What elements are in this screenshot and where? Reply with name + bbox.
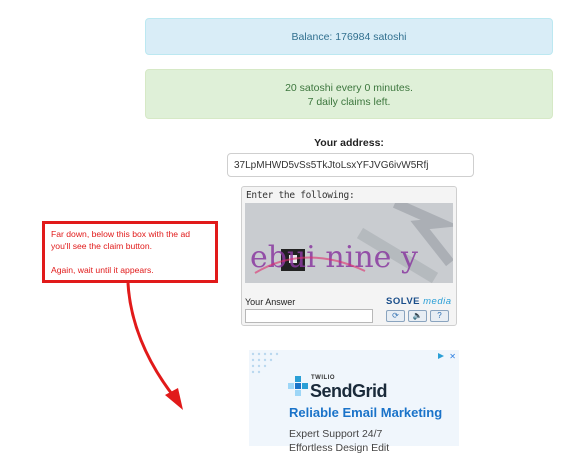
sendgrid-logo-icon [288,376,308,396]
ad-line-2: Effortless Design Edit [289,442,390,454]
close-icon[interactable]: ✕ [449,352,456,361]
adchoices-icon[interactable] [437,352,445,360]
ad-line-1: Expert Support 24/7 [289,428,383,440]
ad-headline[interactable]: Reliable Email Marketing [289,405,442,420]
ad-brand: SendGrid [310,381,388,401]
dot-pattern-graphic [251,352,279,374]
